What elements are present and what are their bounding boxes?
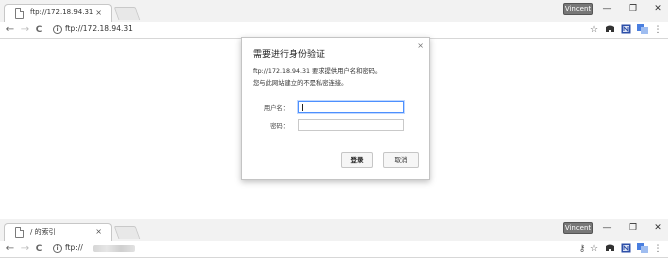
redacted-url	[93, 245, 135, 252]
tab-strip: / 的索引 × Vincent — ❐ ✕	[0, 219, 668, 241]
address-bar[interactable]: i ftp://	[49, 242, 604, 256]
tab-close-icon[interactable]: ×	[95, 7, 102, 19]
profile-name-badge[interactable]: Vincent	[563, 222, 593, 234]
tab-strip: ftp://172.18.94.31 × Vincent — ❐ ✕	[0, 0, 668, 22]
dialog-message: ftp://172.18.94.31 要求提供用户名和密码。	[253, 68, 382, 75]
bookmark-star-icon[interactable]: ☆	[588, 243, 600, 255]
tab-title: / 的索引	[30, 228, 56, 236]
forward-icon[interactable]: →	[19, 23, 31, 37]
new-tab-button[interactable]	[113, 226, 141, 239]
extension-icon-2[interactable]	[620, 24, 632, 36]
address-url[interactable]: ftp://172.18.94.31	[65, 24, 133, 33]
menu-icon[interactable]: ⋮	[652, 24, 664, 36]
dialog-title: 需要进行身份验证	[253, 50, 326, 60]
browser-window-bottom: / 的索引 × Vincent — ❐ ✕ ← → C i ftp:// ⚷ ☆…	[0, 219, 668, 263]
info-icon[interactable]: i	[53, 25, 62, 34]
page-icon	[15, 227, 24, 238]
menu-icon[interactable]: ⋮	[652, 243, 664, 255]
reload-icon[interactable]: C	[33, 23, 45, 37]
new-tab-button[interactable]	[113, 7, 141, 20]
key-icon[interactable]: ⚷	[576, 243, 588, 255]
tab-close-icon[interactable]: ×	[95, 226, 102, 238]
back-icon[interactable]: ←	[4, 242, 16, 256]
password-input[interactable]	[298, 119, 404, 131]
username-input[interactable]	[298, 101, 404, 113]
translate-icon[interactable]	[636, 24, 648, 36]
tab-ftp[interactable]: ftp://172.18.94.31 ×	[4, 4, 112, 22]
cancel-button[interactable]: 取消	[383, 152, 419, 168]
forward-icon[interactable]: →	[19, 242, 31, 256]
reload-icon[interactable]: C	[33, 242, 45, 256]
dialog-warning: 您与此网站建立的不是私密连接。	[253, 80, 348, 87]
minimize-button[interactable]: —	[598, 1, 616, 17]
tab-title: ftp://172.18.94.31	[30, 8, 94, 16]
extension-icon-1[interactable]	[604, 243, 616, 255]
close-window-button[interactable]: ✕	[649, 220, 667, 236]
maximize-button[interactable]: ❐	[624, 220, 642, 236]
bookmark-star-icon[interactable]: ☆	[588, 24, 600, 36]
extension-icon-1[interactable]	[604, 24, 616, 36]
auth-dialog: × 需要进行身份验证 ftp://172.18.94.31 要求提供用户名和密码…	[241, 37, 430, 180]
login-button[interactable]: 登录	[341, 152, 373, 168]
toolbar: ← → C i ftp:// ⚷ ☆ ⋮	[0, 241, 668, 258]
browser-window-top: ftp://172.18.94.31 × Vincent — ❐ ✕ ← → C…	[0, 0, 668, 218]
address-url[interactable]: ftp://	[65, 243, 83, 252]
close-window-button[interactable]: ✕	[649, 1, 667, 17]
maximize-button[interactable]: ❐	[624, 1, 642, 17]
page-icon	[15, 8, 24, 19]
info-icon[interactable]: i	[53, 244, 62, 253]
password-label: 密码：	[270, 123, 289, 130]
address-bar[interactable]: i ftp://172.18.94.31	[49, 23, 604, 37]
minimize-button[interactable]: —	[598, 220, 616, 236]
translate-icon[interactable]	[636, 243, 648, 255]
dialog-close-icon[interactable]: ×	[417, 41, 424, 50]
extension-icon-2[interactable]	[620, 243, 632, 255]
username-label: 用户名：	[263, 105, 289, 112]
back-icon[interactable]: ←	[4, 23, 16, 37]
tab-index[interactable]: / 的索引 ×	[4, 223, 112, 241]
profile-name-badge[interactable]: Vincent	[563, 3, 593, 15]
